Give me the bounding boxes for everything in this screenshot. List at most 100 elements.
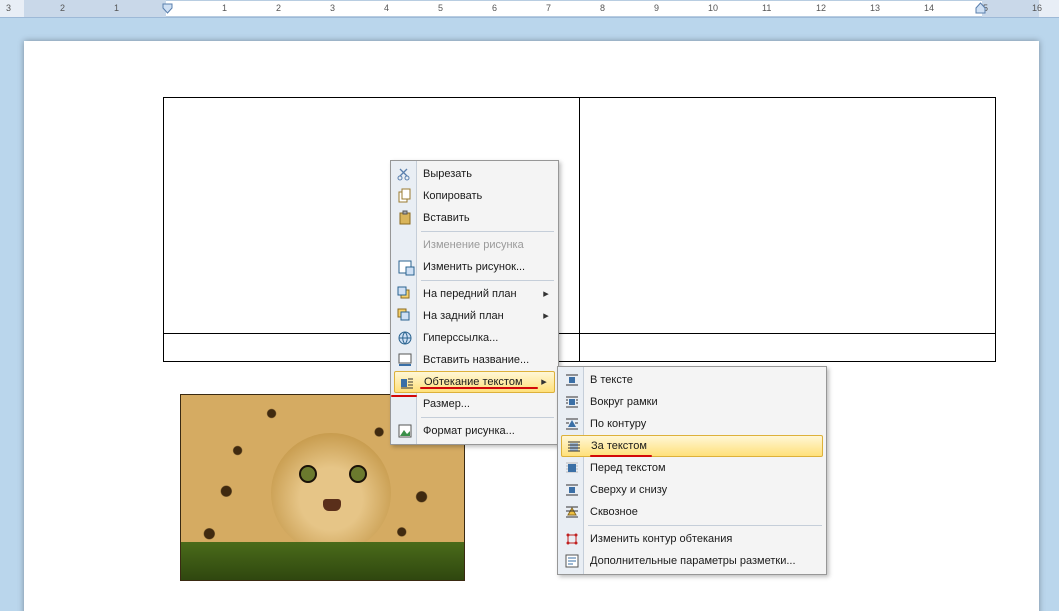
wrap-tight[interactable]: По контуру (560, 413, 824, 435)
picture-context-menu: Вырезать Копировать Вставить Изменение р… (390, 160, 559, 445)
table-cell[interactable] (580, 98, 996, 334)
label: За текстом (591, 440, 647, 452)
change-picture-icon (397, 259, 413, 275)
submenu-arrow-icon: ▸ (540, 372, 548, 392)
indent-marker-icon[interactable] (163, 0, 172, 17)
ruler-number: 16 (1032, 3, 1042, 13)
menu-item-format-picture[interactable]: Формат рисунка... (393, 420, 556, 442)
wrap-through[interactable]: Сквозное (560, 501, 824, 523)
annotation-underline (420, 387, 538, 389)
label: Изменить рисунок... (423, 261, 525, 273)
menu-separator (421, 280, 554, 281)
label: Сквозное (590, 506, 638, 518)
ruler-number: 1 (114, 3, 119, 13)
menu-item-paste[interactable]: Вставить (393, 207, 556, 229)
ruler-number: 9 (654, 3, 659, 13)
ruler-track (24, 0, 1039, 17)
menu-item-change-image: Изменение рисунка (393, 234, 556, 256)
wrap-topbottom-icon (564, 482, 580, 498)
menu-item-insert-caption[interactable]: Вставить название... (393, 349, 556, 371)
menu-item-size[interactable]: Размер... (393, 393, 556, 415)
ruler-number: 4 (384, 3, 389, 13)
wrap-top-bottom[interactable]: Сверху и снизу (560, 479, 824, 501)
table-cell[interactable] (580, 334, 996, 362)
horizontal-ruler[interactable]: 3211234567891011121314151617 (0, 0, 1059, 18)
ruler-number: 1 (222, 3, 227, 13)
annotation-underline (590, 455, 652, 457)
document-table[interactable] (163, 97, 996, 362)
label: Копировать (423, 190, 482, 202)
wrap-tight-icon (564, 416, 580, 432)
label: Изменить контур обтекания (590, 533, 732, 545)
ruler-number: 12 (816, 3, 826, 13)
menu-separator (421, 231, 554, 232)
label: Вставить название... (423, 354, 529, 366)
ruler-number: 14 (924, 3, 934, 13)
hyperlink-icon (397, 330, 413, 346)
ruler-margin-right (982, 0, 1039, 17)
bring-front-icon (397, 286, 413, 302)
wrap-front-icon (564, 460, 580, 476)
ruler-number: 8 (600, 3, 605, 13)
ruler-number: 3 (6, 3, 11, 13)
more-layout-icon (564, 553, 580, 569)
wrap-inline-icon (564, 372, 580, 388)
menu-item-change-picture[interactable]: Изменить рисунок... (393, 256, 556, 278)
menu-item-bring-front[interactable]: На передний план ▸ (393, 283, 556, 305)
label: На передний план (423, 288, 517, 300)
label: Вокруг рамки (590, 396, 658, 408)
label: Изменение рисунка (423, 239, 524, 251)
label: В тексте (590, 374, 633, 386)
caption-icon (397, 352, 413, 368)
right-indent-marker-icon[interactable] (976, 0, 985, 17)
label: Размер... (423, 398, 470, 410)
ruler-number: 10 (708, 3, 718, 13)
menu-item-text-wrapping[interactable]: Обтекание текстом ▸ (394, 371, 555, 393)
wrap-more-layout[interactable]: Дополнительные параметры разметки... (560, 550, 824, 572)
label: Вырезать (423, 168, 472, 180)
label: На задний план (423, 310, 504, 322)
wrap-square[interactable]: Вокруг рамки (560, 391, 824, 413)
menu-separator (588, 525, 822, 526)
copy-icon (397, 188, 413, 204)
ruler-number: 11 (762, 3, 771, 13)
menu-item-copy[interactable]: Копировать (393, 185, 556, 207)
scissors-icon (397, 166, 413, 182)
ruler-number: 13 (870, 3, 880, 13)
label: Дополнительные параметры разметки... (590, 555, 796, 567)
ruler-number: 5 (438, 3, 443, 13)
menu-item-hyperlink[interactable]: Гиперссылка... (393, 327, 556, 349)
ruler-number: 2 (60, 3, 65, 13)
submenu-arrow-icon: ▸ (542, 305, 550, 327)
menu-item-cut[interactable]: Вырезать (393, 163, 556, 185)
label: По контуру (590, 418, 646, 430)
ruler-number: 6 (492, 3, 497, 13)
ruler-margin-left (24, 0, 166, 17)
label: Перед текстом (590, 462, 666, 474)
label: Сверху и снизу (590, 484, 667, 496)
wrap-edit-points[interactable]: Изменить контур обтекания (560, 528, 824, 550)
word-viewport: 3211234567891011121314151617 (0, 0, 1059, 611)
text-wrapping-submenu: В тексте Вокруг рамки По контуру За текс… (557, 366, 827, 575)
format-picture-icon (397, 423, 413, 439)
wrap-behind-text[interactable]: За текстом (561, 435, 823, 457)
wrap-square-icon (564, 394, 580, 410)
wrap-behind-icon (566, 439, 582, 455)
paste-icon (397, 210, 413, 226)
wrap-inline[interactable]: В тексте (560, 369, 824, 391)
text-wrapping-icon (399, 375, 415, 391)
annotation-underline (391, 395, 417, 397)
send-back-icon (397, 308, 413, 324)
ruler-number: 7 (546, 3, 551, 13)
submenu-arrow-icon: ▸ (542, 283, 550, 305)
wrap-through-icon (564, 504, 580, 520)
menu-item-send-back[interactable]: На задний план ▸ (393, 305, 556, 327)
menu-separator (421, 417, 554, 418)
label: Гиперссылка... (423, 332, 498, 344)
edit-wrap-points-icon (564, 531, 580, 547)
label: Вставить (423, 212, 470, 224)
ruler-number: 2 (276, 3, 281, 13)
ruler-number: 3 (330, 3, 335, 13)
wrap-front-text[interactable]: Перед текстом (560, 457, 824, 479)
label: Формат рисунка... (423, 425, 515, 437)
